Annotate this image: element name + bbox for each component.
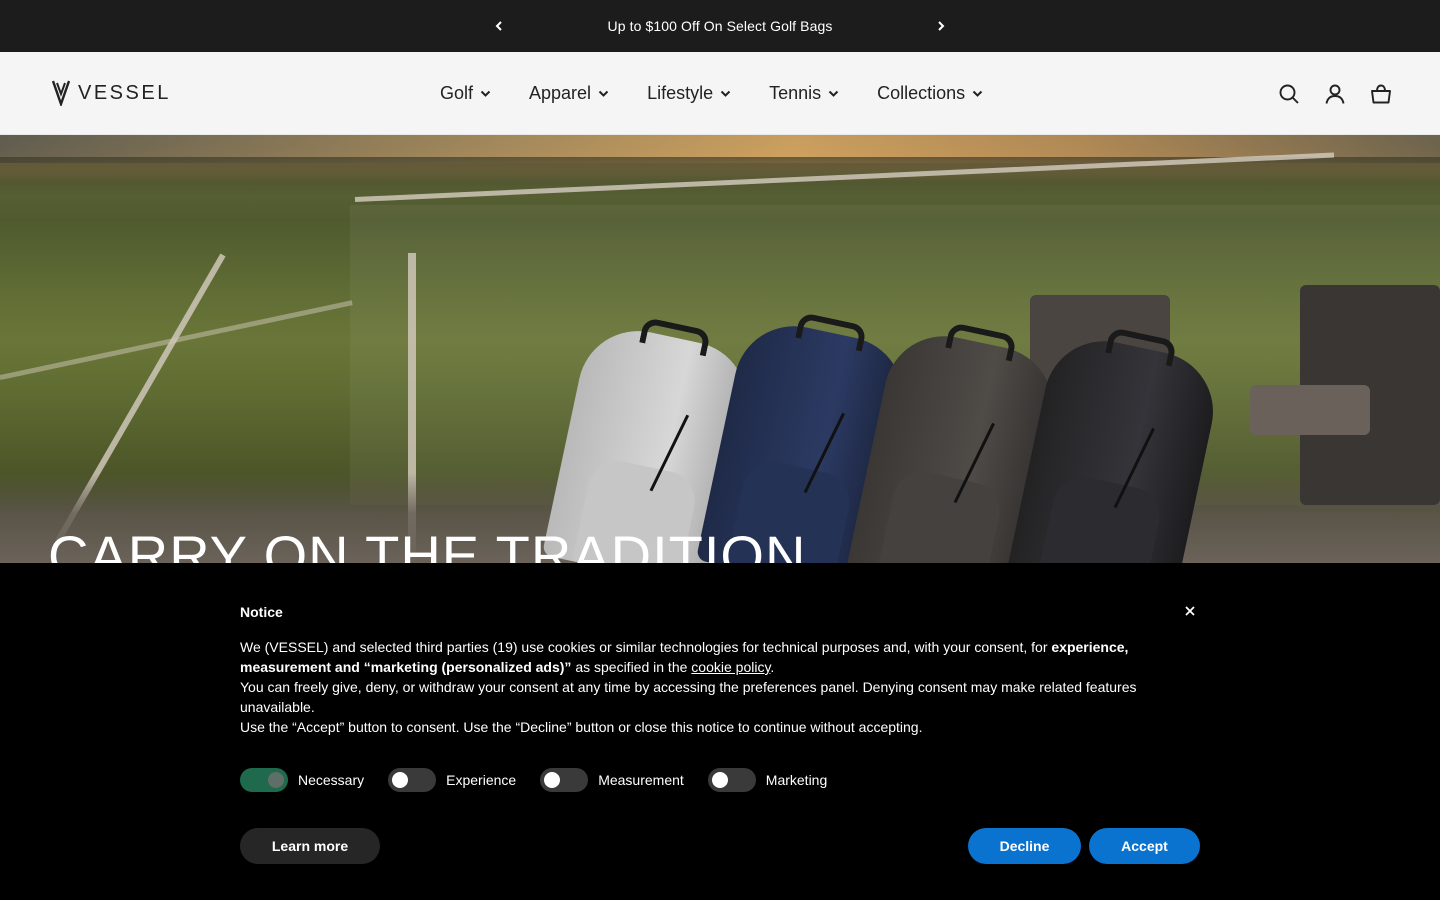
accept-button[interactable]: Accept bbox=[1089, 828, 1200, 864]
notice-text: We (VESSEL) and selected third parties (… bbox=[240, 639, 1052, 655]
toggle-necessary[interactable]: Necessary bbox=[240, 768, 364, 792]
hero-banner[interactable]: CARRY ON THE TRADITION bbox=[0, 135, 1440, 563]
announcement-text[interactable]: Up to $100 Off On Select Golf Bags bbox=[608, 18, 833, 34]
search-icon bbox=[1279, 84, 1299, 104]
nav-item-lifestyle[interactable]: Lifestyle bbox=[647, 83, 731, 104]
nav-item-label: Lifestyle bbox=[647, 83, 714, 103]
account-icon bbox=[1325, 84, 1345, 104]
announcement-next-button[interactable] bbox=[921, 0, 961, 52]
toggle-knob bbox=[544, 772, 561, 788]
nav-item-golf[interactable]: Golf bbox=[440, 83, 491, 104]
bag-pocket bbox=[875, 465, 1006, 563]
account-button[interactable] bbox=[1324, 83, 1346, 105]
toggle-marketing[interactable]: Marketing bbox=[707, 768, 828, 792]
announcement-prev-button[interactable] bbox=[479, 0, 519, 52]
chevron-right-icon bbox=[938, 21, 945, 31]
learn-more-button[interactable]: Learn more bbox=[240, 828, 380, 864]
toggle-label: Measurement bbox=[598, 772, 684, 788]
toggle-label: Experience bbox=[446, 772, 517, 788]
announcement-bar: Up to $100 Off On Select Golf Bags bbox=[0, 0, 1440, 52]
close-button[interactable] bbox=[1180, 601, 1200, 621]
hero-rail-left bbox=[0, 300, 353, 380]
chevron-down-icon bbox=[480, 90, 491, 97]
cart-button[interactable] bbox=[1370, 83, 1392, 105]
toggle-switch[interactable] bbox=[388, 768, 437, 792]
notice-paragraph: You can freely give, deny, or withdraw y… bbox=[240, 679, 1137, 715]
chevron-down-icon bbox=[720, 90, 731, 97]
notice-title: Notice bbox=[240, 604, 283, 620]
nav-item-label: Tennis bbox=[769, 83, 822, 103]
toggle-label: Marketing bbox=[765, 772, 828, 788]
nav-item-label: Collections bbox=[877, 83, 966, 103]
hero-title: CARRY ON THE TRADITION bbox=[48, 524, 807, 563]
close-icon bbox=[1185, 606, 1195, 616]
notice-paragraph: We (VESSEL) and selected third parties (… bbox=[240, 637, 1160, 677]
notice-body: We (VESSEL) and selected third parties (… bbox=[240, 637, 1160, 737]
toggle-knob bbox=[392, 772, 409, 788]
search-button[interactable] bbox=[1278, 83, 1300, 105]
cart-icon bbox=[1371, 84, 1391, 103]
nav-item-label: Apparel bbox=[529, 83, 592, 103]
chevron-down-icon bbox=[972, 90, 983, 97]
toggle-knob bbox=[711, 772, 728, 788]
chevron-down-icon bbox=[828, 90, 839, 97]
main-nav: Golf Apparel Lifestyle Tennis Collection… bbox=[440, 52, 1021, 135]
toggle-experience[interactable]: Experience bbox=[388, 768, 516, 792]
nav-item-apparel[interactable]: Apparel bbox=[529, 83, 609, 104]
toggle-label: Necessary bbox=[298, 772, 365, 788]
consent-toggles: Necessary Experience Measurement Marketi… bbox=[240, 768, 851, 792]
toggle-switch[interactable] bbox=[240, 768, 288, 792]
nav-item-tennis[interactable]: Tennis bbox=[769, 83, 839, 104]
site-header: VESSEL Golf Apparel Lifestyle Tennis Col… bbox=[0, 52, 1440, 135]
chevron-left-icon bbox=[495, 21, 502, 31]
hero-horizon bbox=[0, 157, 1440, 197]
toggle-switch[interactable] bbox=[707, 768, 756, 792]
toggle-switch[interactable] bbox=[540, 768, 589, 792]
logo-text: VESSEL bbox=[78, 81, 171, 104]
logo[interactable]: VESSEL bbox=[52, 80, 171, 106]
hero-table bbox=[1250, 385, 1370, 435]
nav-item-collections[interactable]: Collections bbox=[877, 83, 983, 104]
chevron-down-icon bbox=[598, 90, 609, 97]
vessel-logo-icon bbox=[52, 80, 70, 106]
header-actions bbox=[1278, 52, 1392, 135]
cookie-notice: Notice We (VESSEL) and selected third pa… bbox=[0, 563, 1440, 900]
decline-button[interactable]: Decline bbox=[968, 828, 1081, 864]
notice-text: as specified in the bbox=[571, 659, 692, 675]
cookie-policy-link[interactable]: cookie policy bbox=[691, 659, 770, 675]
toggle-measurement[interactable]: Measurement bbox=[540, 768, 684, 792]
nav-item-label: Golf bbox=[440, 83, 474, 103]
notice-paragraph: Use the “Accept” button to consent. Use … bbox=[240, 719, 923, 735]
bag-pocket bbox=[1035, 470, 1166, 563]
notice-text: . bbox=[770, 659, 775, 675]
toggle-knob bbox=[268, 772, 284, 788]
